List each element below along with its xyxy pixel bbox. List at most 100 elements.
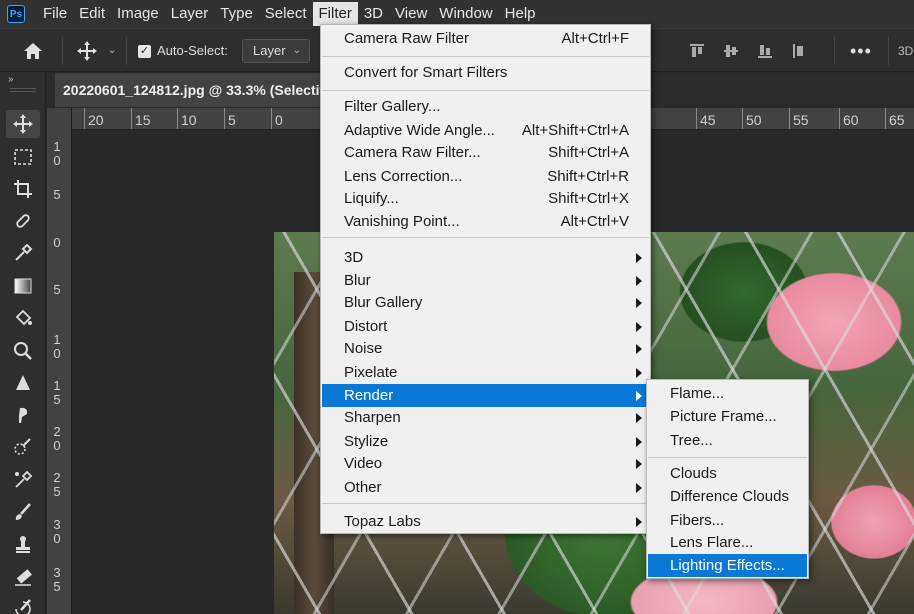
menu-file[interactable]: File <box>37 2 73 26</box>
ruler-label: 45 <box>700 112 716 128</box>
filter-menu-item[interactable]: Sharpen <box>322 406 649 429</box>
quick-selection-icon[interactable] <box>6 433 40 461</box>
render-submenu: Flame... Picture Frame... Tree... Clouds… <box>646 379 809 579</box>
auto-select-checkbox[interactable]: ✓ <box>138 45 151 58</box>
home-icon[interactable] <box>22 40 44 62</box>
chevron-down-icon[interactable]: ⌄ <box>108 45 116 56</box>
render-submenu-item[interactable]: Tree... <box>648 429 807 452</box>
submenu-arrow-icon <box>636 322 642 332</box>
clone-stamp-icon[interactable] <box>6 530 40 558</box>
move-tool-icon[interactable] <box>76 40 98 62</box>
divider <box>834 37 835 65</box>
ruler-corner[interactable] <box>47 108 72 130</box>
ruler-label: 2 5 <box>53 470 61 499</box>
ruler-label: 20 <box>88 112 104 128</box>
filter-menu-item[interactable]: Liquify... Shift+Ctrl+X <box>322 187 649 210</box>
divider <box>62 37 63 65</box>
menu-window[interactable]: Window <box>433 2 498 26</box>
more-options-icon[interactable]: ••• <box>850 41 872 62</box>
distribute-icon[interactable] <box>790 42 808 60</box>
tools-panel: » <box>0 72 46 614</box>
ruler-label: 10 <box>181 112 197 128</box>
eraser-tool-icon[interactable] <box>6 563 40 591</box>
collapse-panel-icon[interactable]: » <box>8 74 14 85</box>
document-tab[interactable]: 20220601_124812.jpg @ 33.3% (Selectiv <box>55 73 355 107</box>
menu-3d[interactable]: 3D <box>358 2 389 26</box>
menu-separator <box>322 503 649 504</box>
filter-menu-item[interactable]: Filter Gallery... <box>322 95 649 118</box>
filter-menu-item[interactable]: Adaptive Wide Angle... Alt+Shift+Ctrl+A <box>322 119 649 142</box>
healing-brush-icon[interactable] <box>6 207 40 235</box>
menu-select[interactable]: Select <box>259 2 313 26</box>
ruler-label: 50 <box>746 112 762 128</box>
submenu-arrow-icon <box>636 413 642 423</box>
move-tool-icon[interactable] <box>6 110 40 138</box>
submenu-arrow-icon <box>636 368 642 378</box>
filter-menu-item[interactable]: Blur Gallery <box>322 291 649 314</box>
align-controls <box>688 42 808 60</box>
3d-mode-label[interactable]: 3D <box>898 44 913 58</box>
filter-menu-item[interactable]: Vanishing Point... Alt+Ctrl+V <box>322 210 649 233</box>
menu-view[interactable]: View <box>389 2 433 26</box>
color-sampler-icon[interactable] <box>6 466 40 494</box>
zoom-tool-icon[interactable] <box>6 337 40 365</box>
filter-menu-item[interactable]: Camera Raw Filter... Shift+Ctrl+A <box>322 141 649 164</box>
align-vertical-center-icon[interactable] <box>722 42 740 60</box>
menu-layer[interactable]: Layer <box>165 2 215 26</box>
sharpen-tool-icon[interactable] <box>6 369 40 397</box>
render-submenu-item[interactable]: Clouds <box>648 462 807 485</box>
render-submenu-item[interactable]: Lens Flare... <box>648 531 807 554</box>
menu-image[interactable]: Image <box>111 2 165 26</box>
ruler-label: 3 5 <box>53 565 61 594</box>
ruler-label: 15 <box>135 112 151 128</box>
smudge-tool-icon[interactable] <box>6 401 40 429</box>
render-submenu-item-lighting-effects[interactable]: Lighting Effects... <box>648 554 807 577</box>
filter-menu-item[interactable]: Topaz Labs <box>322 510 649 533</box>
align-bottom-icon[interactable] <box>756 42 774 60</box>
brush-tool-icon[interactable] <box>6 498 40 526</box>
menu-edit[interactable]: Edit <box>73 2 111 26</box>
filter-menu-item[interactable]: Convert for Smart Filters <box>322 61 649 84</box>
filter-menu-item[interactable]: Pixelate <box>322 361 649 384</box>
crop-tool-icon[interactable] <box>6 175 40 203</box>
menu-help[interactable]: Help <box>499 2 542 26</box>
history-brush-icon[interactable] <box>6 594 40 614</box>
paint-bucket-icon[interactable] <box>6 304 40 332</box>
filter-menu-item[interactable]: Video <box>322 452 649 475</box>
filter-menu-item[interactable]: Other <box>322 476 649 499</box>
render-submenu-item[interactable]: Picture Frame... <box>648 405 807 428</box>
menu-separator <box>322 237 649 238</box>
vertical-ruler[interactable]: 1 0 5 0 5 1 0 1 5 2 0 2 5 3 0 3 5 <box>47 130 72 614</box>
filter-menu-item-render[interactable]: Render <box>322 384 649 407</box>
submenu-arrow-icon <box>636 437 642 447</box>
filter-menu-item[interactable]: 3D <box>322 246 649 269</box>
menu-filter[interactable]: Filter <box>312 2 358 26</box>
submenu-arrow-icon <box>636 483 642 493</box>
marquee-tool-icon[interactable] <box>6 143 40 171</box>
menu-type[interactable]: Type <box>214 2 259 26</box>
filter-menu-item[interactable]: Blur <box>322 269 649 292</box>
layer-select-dropdown[interactable]: Layer ⌄ <box>242 39 310 63</box>
gradient-tool-icon[interactable] <box>6 272 40 300</box>
ruler-label: 1 5 <box>53 378 61 407</box>
filter-menu-item[interactable]: Stylize <box>322 430 649 453</box>
filter-menu-item[interactable]: Noise <box>322 337 649 360</box>
eyedropper-icon[interactable] <box>6 239 40 267</box>
filter-menu-item[interactable]: Distort <box>322 315 649 338</box>
photoshop-logo-icon[interactable]: Ps <box>7 5 25 23</box>
layer-select-value: Layer <box>253 43 286 58</box>
align-top-icon[interactable] <box>688 42 706 60</box>
filter-menu-item[interactable]: Camera Raw Filter Alt+Ctrl+F <box>322 27 649 50</box>
render-submenu-item[interactable]: Flame... <box>648 382 807 405</box>
filter-menu: Camera Raw Filter Alt+Ctrl+F Convert for … <box>320 24 651 534</box>
ruler-label: 60 <box>843 112 859 128</box>
filter-menu-item[interactable]: Lens Correction... Shift+Ctrl+R <box>322 165 649 188</box>
panel-grip[interactable] <box>10 88 36 92</box>
render-submenu-item[interactable]: Difference Clouds <box>648 485 807 508</box>
ruler-label: 0 <box>53 235 61 250</box>
menu-separator <box>322 56 649 57</box>
submenu-arrow-icon <box>636 391 642 401</box>
render-submenu-item[interactable]: Fibers... <box>648 509 807 532</box>
ruler-label: 65 <box>889 112 905 128</box>
divider <box>888 37 889 65</box>
